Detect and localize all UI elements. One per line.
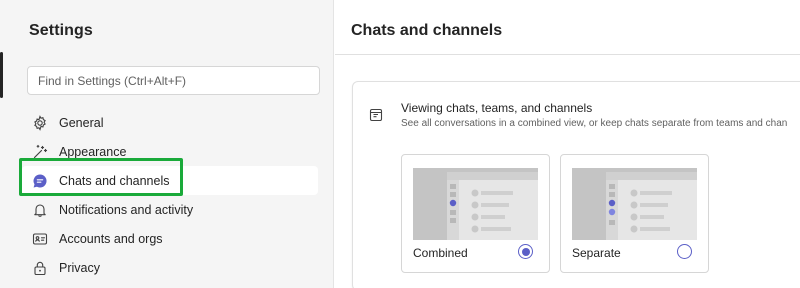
radio-separate-unselected[interactable]: [677, 244, 692, 259]
page-title: Chats and channels: [351, 22, 503, 39]
nav-item-label: General: [59, 115, 104, 130]
magic-wand-icon: [32, 144, 48, 160]
lock-icon: [32, 260, 48, 276]
bell-icon: [32, 202, 48, 218]
nav-item-label: Appearance: [59, 144, 127, 159]
nav-item-label: Notifications and activity: [59, 202, 194, 217]
layout-icon: [369, 108, 383, 122]
viewing-chats-card: Viewing chats, teams, and channels See a…: [352, 81, 800, 288]
contact-card-icon: [32, 231, 48, 247]
nav-item-label: Accounts and orgs: [59, 231, 163, 246]
option-separate[interactable]: Separate: [560, 154, 709, 273]
nav-item-accounts-and-orgs[interactable]: Accounts and orgs: [22, 224, 318, 253]
window-active-indicator: [0, 52, 3, 98]
chat-bubble-icon: [32, 173, 48, 189]
radio-dot: [521, 247, 530, 256]
nav-item-general[interactable]: General: [22, 108, 318, 137]
option-combined[interactable]: Combined: [401, 154, 550, 273]
gear-icon: [32, 114, 48, 131]
separate-preview-thumbnail: [572, 168, 697, 240]
nav-item-notifications-and-activity[interactable]: Notifications and activity: [22, 195, 318, 224]
nav-item-privacy[interactable]: Privacy: [22, 253, 318, 282]
settings-sidebar: Settings General Appearance: [0, 0, 334, 288]
card-title: Viewing chats, teams, and channels: [401, 101, 593, 115]
radio-combined-selected[interactable]: [518, 244, 533, 259]
option-label: Combined: [413, 246, 468, 260]
nav-item-label: Privacy: [59, 260, 100, 275]
card-subtitle: See all conversations in a combined view…: [401, 118, 788, 129]
settings-search[interactable]: [27, 66, 320, 95]
nav-item-label: Chats and channels: [59, 173, 170, 188]
nav-item-chats-and-channels[interactable]: Chats and channels: [22, 166, 318, 195]
settings-search-input[interactable]: [38, 73, 319, 88]
combined-preview-thumbnail: [413, 168, 538, 240]
settings-nav: General Appearance Chats and channels No…: [22, 108, 318, 282]
option-label: Separate: [572, 246, 621, 260]
main-header: Chats and channels: [335, 0, 800, 55]
sidebar-title: Settings: [29, 22, 93, 39]
nav-item-appearance[interactable]: Appearance: [22, 137, 318, 166]
